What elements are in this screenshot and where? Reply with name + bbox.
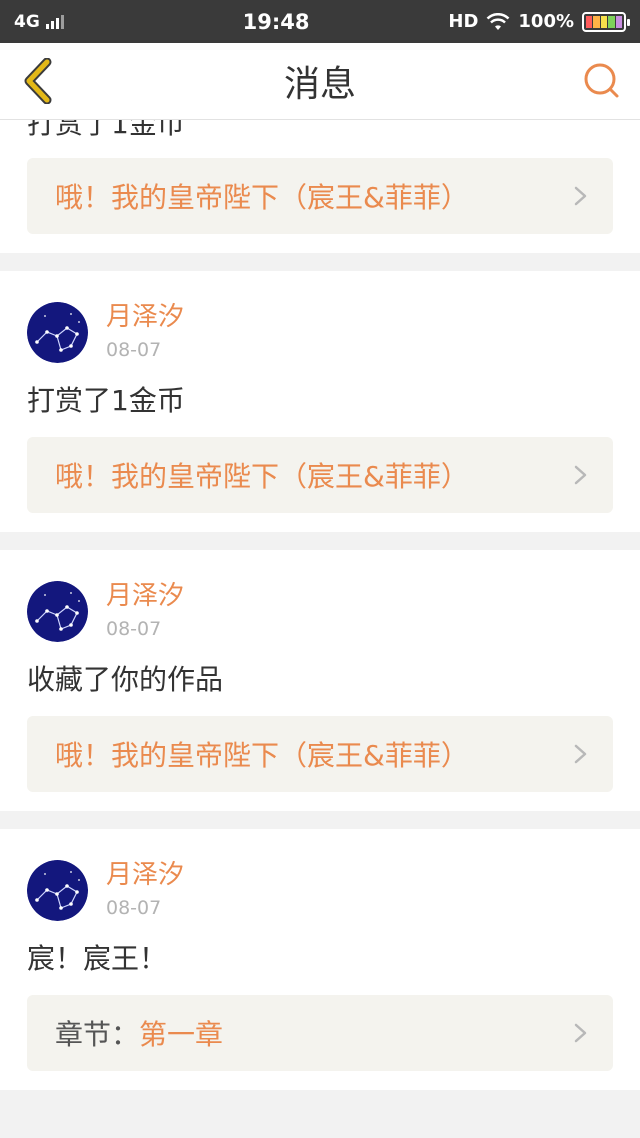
user-meta: 月泽汐 08-07 [106,300,184,364]
user-name[interactable]: 月泽汐 [106,300,184,334]
work-title: 哦！我的皇帝陛下（宸王&菲菲） [55,460,469,493]
message-card: 月泽汐 08-07 宸！宸王！ 章节：第一章 [0,829,640,1090]
status-left: 4G [14,12,64,32]
work-link[interactable]: 哦！我的皇帝陛下（宸王&菲菲） [27,437,613,513]
signal-icon [45,14,64,29]
work-link[interactable]: 哦！我的皇帝陛下（宸王&菲菲） [27,716,613,792]
chevron-left-icon [24,58,52,104]
action-text: 宸！宸王！ [27,942,168,975]
avatar[interactable] [27,859,88,921]
work-link[interactable]: 哦！我的皇帝陛下（宸王&菲菲） [27,158,613,234]
nav-bar: 消息 [0,43,640,120]
battery-percent: 100% [518,11,574,32]
search-icon [584,63,619,98]
action-text: 打赏了1金币 [27,120,185,140]
work-title: 哦！我的皇帝陛下（宸王&菲菲） [55,739,469,772]
user-name[interactable]: 月泽汐 [106,858,184,892]
message-feed: 打赏了1金币 哦！我的皇帝陛下（宸王&菲菲） 月泽汐 08-07 打赏了1金币 … [0,120,640,1090]
user-meta: 月泽汐 08-07 [106,579,184,643]
message-card: 月泽汐 08-07 收藏了你的作品 哦！我的皇帝陛下（宸王&菲菲） [0,550,640,811]
message-card: 打赏了1金币 哦！我的皇帝陛下（宸王&菲菲） [0,120,640,253]
back-button[interactable] [18,58,58,104]
work-title: 哦！我的皇帝陛下（宸王&菲菲） [55,181,469,214]
status-time: 19:48 [242,9,310,34]
user-name[interactable]: 月泽汐 [106,579,184,613]
chapter-value: 第一章 [139,1018,224,1051]
battery-icon [582,11,630,32]
chapter-link[interactable]: 章节：第一章 [27,995,613,1071]
search-button[interactable] [582,61,622,101]
chevron-right-icon [574,186,587,206]
hd-indicator: HD [448,11,479,32]
chapter-info: 章节：第一章 [55,1013,223,1053]
page-title: 消息 [283,64,356,105]
chevron-right-icon [574,465,587,485]
constellation-avatar-icon [27,301,88,363]
chapter-label: 章节： [55,1018,140,1051]
message-card: 月泽汐 08-07 打赏了1金币 哦！我的皇帝陛下（宸王&菲菲） [0,271,640,532]
chevron-right-icon [574,1023,587,1043]
constellation-avatar-icon [27,580,88,642]
user-meta: 月泽汐 08-07 [106,858,184,922]
user-row: 月泽汐 08-07 [27,271,613,367]
status-bar: 4G 19:48 HD 100% [0,0,640,43]
status-right: HD 100% [448,11,630,32]
avatar[interactable] [27,301,88,363]
user-row: 月泽汐 08-07 [27,829,613,925]
message-date: 08-07 [106,618,162,640]
action-text: 收藏了你的作品 [27,663,224,696]
wifi-icon [487,12,510,30]
message-date: 08-07 [106,897,162,919]
message-date: 08-07 [106,339,162,361]
chevron-right-icon [574,744,587,764]
user-row: 月泽汐 08-07 [27,550,613,646]
constellation-avatar-icon [27,859,88,921]
avatar[interactable] [27,580,88,642]
network-type: 4G [14,11,40,32]
action-text: 打赏了1金币 [27,384,185,417]
